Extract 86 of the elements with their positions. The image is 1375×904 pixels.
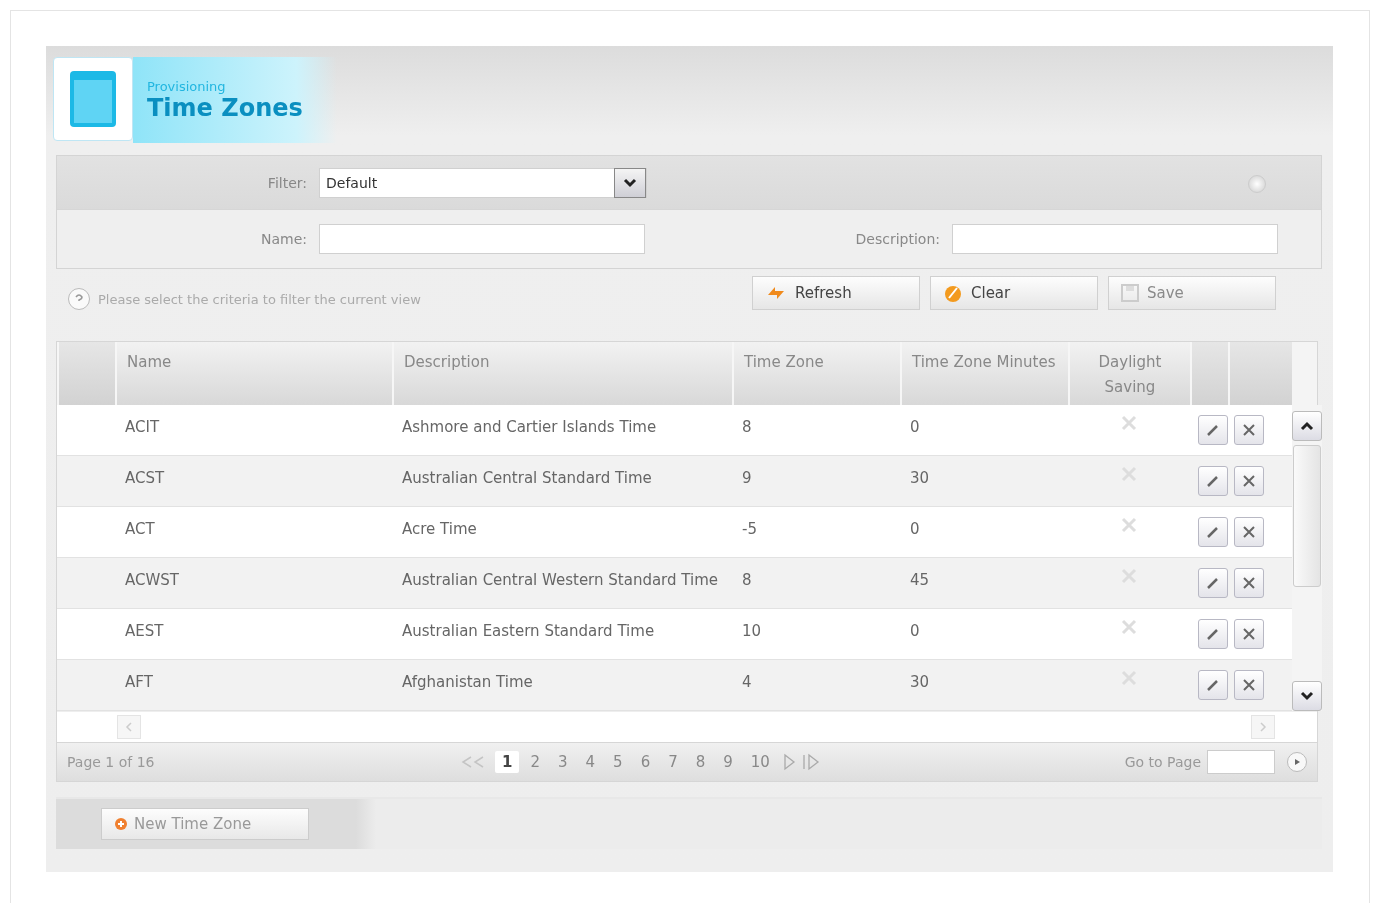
table-cell-text: 0: [909, 621, 921, 642]
table-cell-text: Acre Time: [401, 519, 478, 540]
play-icon: [1293, 758, 1301, 766]
column-header: Name: [115, 342, 392, 405]
table-cell-text: Australian Central Western Standard Time: [401, 570, 719, 591]
help-icon: [68, 288, 90, 310]
page-link[interactable]: 6: [633, 751, 658, 773]
edit-button[interactable]: [1198, 466, 1228, 496]
chevron-left-icon: [125, 722, 133, 732]
table-cell-text: 0: [909, 417, 921, 438]
edit-button[interactable]: [1198, 517, 1228, 547]
vertical-scrollbar[interactable]: [1292, 405, 1322, 711]
table-cell-text: Ashmore and Cartier Islands Time: [401, 417, 658, 438]
edit-button[interactable]: [1198, 619, 1228, 649]
delete-button[interactable]: [1234, 568, 1264, 598]
name-field[interactable]: [319, 224, 645, 254]
chevron-down-icon: [1300, 691, 1314, 701]
delete-button[interactable]: [1234, 517, 1264, 547]
table-cell-text: ACST: [124, 468, 166, 489]
section-label: Provisioning: [147, 78, 227, 94]
new-time-zone-button[interactable]: New Time Zone: [101, 808, 309, 840]
page-link[interactable]: 9: [716, 751, 740, 773]
table-cell-text: 30: [909, 468, 931, 489]
table-cell-text: 45: [909, 570, 931, 591]
table-cell-text: AEST: [124, 621, 165, 642]
table-cell-text: Australian Central Standard Time: [401, 468, 653, 489]
table-cell-text: 10: [741, 621, 763, 642]
name-label: Name:: [259, 231, 308, 247]
edit-button[interactable]: [1198, 568, 1228, 598]
table-cell-text: 8: [741, 570, 753, 591]
column-header: Time Zone: [732, 342, 900, 405]
page-link[interactable]: 4: [578, 751, 603, 773]
pencil-icon: [1205, 575, 1221, 591]
chevron-up-icon: [1300, 421, 1314, 431]
column-header: Daylight Saving: [1068, 342, 1190, 405]
table-cell-text: ACIT: [124, 417, 161, 438]
table-cell-text: ACT: [124, 519, 156, 540]
page-summary: Page 1 of 16: [67, 754, 156, 770]
delete-button[interactable]: [1234, 466, 1264, 496]
filter-dropdown[interactable]: Default: [319, 167, 647, 198]
table-cell-text: 0: [909, 519, 921, 540]
page-link[interactable]: 3: [551, 751, 575, 773]
table-cell-text: 9: [741, 468, 753, 489]
scroll-down-button[interactable]: [1292, 681, 1322, 711]
edit-button[interactable]: [1198, 670, 1228, 700]
page-link[interactable]: 2: [523, 751, 547, 773]
page-number-field[interactable]: [1207, 750, 1275, 774]
go-button[interactable]: [1287, 752, 1307, 772]
scroll-thumb[interactable]: [1293, 445, 1321, 587]
delete-button[interactable]: [1234, 670, 1264, 700]
page-link[interactable]: 7: [661, 751, 685, 773]
edit-button[interactable]: [1198, 415, 1228, 445]
delete-button[interactable]: [1234, 619, 1264, 649]
table-cell-text: -5: [741, 519, 758, 540]
page-link[interactable]: 10: [743, 751, 777, 773]
filter-label: Filter:: [266, 174, 308, 191]
table-cell-text: Australian Eastern Standard Time: [401, 621, 656, 642]
table-cell-text: AFT: [124, 672, 154, 693]
delete-button[interactable]: [1234, 415, 1264, 445]
pencil-icon: [1205, 422, 1221, 438]
table-cell-text: 4: [741, 672, 753, 693]
description-label: Description:: [854, 231, 941, 247]
refresh-button[interactable]: Refresh: [752, 276, 920, 310]
chevron-down-icon: [623, 177, 637, 188]
pencil-icon: [1205, 473, 1221, 489]
page-link[interactable]: 1: [495, 751, 520, 773]
table-cell-text: Afghanistan Time: [401, 672, 534, 693]
page-title: Time Zones: [147, 93, 304, 122]
pencil-icon: [1205, 677, 1221, 693]
scroll-up-button[interactable]: [1292, 411, 1322, 441]
table-cell-text: ACWST: [124, 570, 180, 591]
column-header: Description: [392, 342, 732, 405]
table-cell-text: 8: [741, 417, 753, 438]
chevron-right-icon: [1259, 722, 1267, 732]
go-to-page-label: Go to Page: [1124, 754, 1201, 770]
page-link[interactable]: 5: [606, 751, 630, 773]
pencil-icon: [1205, 524, 1221, 540]
table-cell-text: 30: [909, 672, 931, 693]
clear-button[interactable]: Clear: [930, 276, 1098, 310]
pencil-icon: [1205, 626, 1221, 642]
column-header: Time Zone Minutes: [900, 342, 1068, 405]
hint-text: Please select the criteria to filter the current view: [98, 291, 421, 307]
page-link[interactable]: 8: [688, 751, 713, 773]
window-icon: [69, 70, 117, 128]
plus-icon: [114, 817, 128, 831]
description-field[interactable]: [952, 224, 1278, 254]
